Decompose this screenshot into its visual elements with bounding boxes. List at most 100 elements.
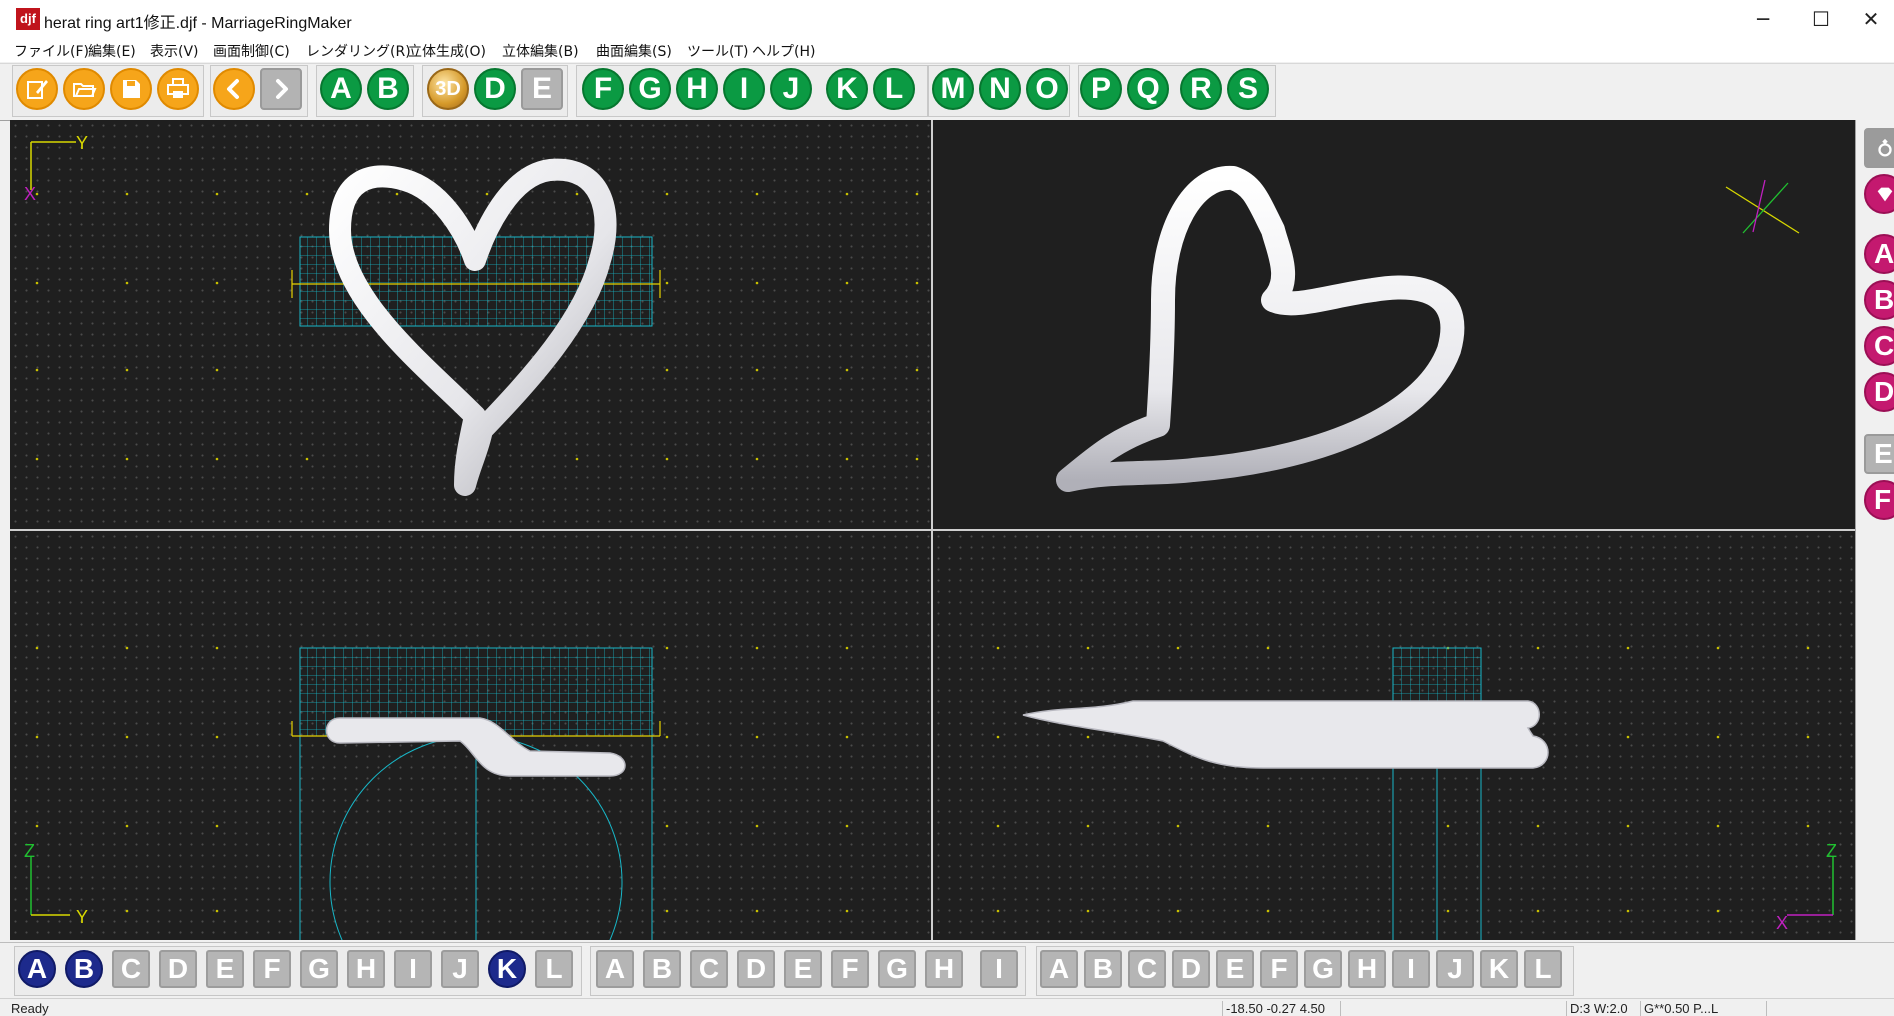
tool-n-button[interactable]: N	[979, 68, 1021, 110]
status-coords: -18.50 -0.27 4.50	[1222, 1001, 1338, 1016]
bottom3-k-button[interactable]: K	[1480, 950, 1518, 988]
tool-o-button[interactable]: O	[1026, 68, 1068, 110]
bottom1-g-button[interactable]: G	[300, 950, 338, 988]
axis-x-label: X	[1776, 913, 1788, 933]
forward-icon[interactable]	[260, 68, 302, 110]
tool-3d-button[interactable]: 3D	[427, 68, 469, 110]
menu-tools[interactable]: ツール(T)	[687, 41, 748, 61]
close-button[interactable]: ✕	[1848, 0, 1894, 38]
bottom3-f-button[interactable]: F	[1260, 950, 1298, 988]
bottom1-l-button[interactable]: L	[535, 950, 573, 988]
tool-j-button[interactable]: J	[770, 68, 812, 110]
open-folder-icon[interactable]	[63, 68, 105, 110]
bottom1-b-button[interactable]: B	[65, 950, 103, 988]
menu-solid-edit[interactable]: 立体編集(B)	[502, 41, 579, 61]
right-c-button[interactable]: C	[1864, 326, 1894, 366]
back-icon[interactable]	[213, 68, 255, 110]
save-icon[interactable]	[110, 68, 152, 110]
ring-side-model[interactable]	[1022, 700, 1549, 769]
maximize-button[interactable]: ☐	[1798, 0, 1844, 38]
bottom1-f-button[interactable]: F	[253, 950, 291, 988]
right-e-button[interactable]: E	[1864, 434, 1894, 474]
bottom3-i-button[interactable]: I	[1392, 950, 1430, 988]
status-extra-pane	[1766, 1001, 1890, 1016]
right-b-button[interactable]: B	[1864, 280, 1894, 320]
bottom3-j-button[interactable]: J	[1436, 950, 1474, 988]
tool-r-button[interactable]: R	[1180, 68, 1222, 110]
tool-q-button[interactable]: Q	[1127, 68, 1169, 110]
ring-icon[interactable]	[1864, 128, 1894, 168]
bottom3-l-button[interactable]: L	[1524, 950, 1562, 988]
minimize-button[interactable]: ─	[1740, 0, 1786, 38]
axis-y-label: Y	[76, 133, 88, 153]
bottom2-h-button[interactable]: H	[925, 950, 963, 988]
axis-z-label: Z	[1826, 841, 1837, 861]
axis-indicator: Y X	[24, 133, 88, 204]
axis-indicator: Z X	[1776, 841, 1837, 933]
bottom1-a-button[interactable]: A	[18, 950, 56, 988]
menu-rendering[interactable]: レンダリング(R)	[306, 41, 411, 61]
bottom2-g-button[interactable]: G	[878, 950, 916, 988]
tool-e-button[interactable]: E	[521, 68, 563, 110]
side-view-viewport[interactable]: Z X	[933, 531, 1855, 940]
top-view-viewport[interactable]: Y X	[10, 120, 931, 529]
tool-h-button[interactable]: H	[676, 68, 718, 110]
menu-surface-edit[interactable]: 曲面編集(S)	[596, 41, 672, 61]
right-f-button[interactable]: F	[1864, 480, 1894, 520]
menu-view[interactable]: 表示(V)	[150, 41, 199, 61]
right-d-button[interactable]: D	[1864, 372, 1894, 412]
bottom1-h-button[interactable]: H	[347, 950, 385, 988]
menu-solid-generate[interactable]: 立体生成(O)	[408, 41, 486, 61]
bottom3-a-button[interactable]: A	[1040, 950, 1078, 988]
bottom3-e-button[interactable]: E	[1216, 950, 1254, 988]
tool-s-button[interactable]: S	[1227, 68, 1269, 110]
bottom2-e-button[interactable]: E	[784, 950, 822, 988]
heart-ring-3d-model[interactable]	[1056, 165, 1465, 492]
perspective-viewport[interactable]	[933, 120, 1855, 529]
gem-icon[interactable]	[1864, 174, 1894, 214]
bottom3-d-button[interactable]: D	[1172, 950, 1210, 988]
viewport-divider-horizontal[interactable]	[10, 529, 1855, 531]
bottom1-d-button[interactable]: D	[159, 950, 197, 988]
menu-file[interactable]: ファイル(F)	[14, 41, 89, 61]
print-icon[interactable]	[157, 68, 199, 110]
bottom1-k-button[interactable]: K	[488, 950, 526, 988]
right-a-button[interactable]: A	[1864, 234, 1894, 274]
menu-screen-control[interactable]: 画面制御(C)	[213, 41, 290, 61]
heart-ring-model[interactable]	[329, 158, 617, 496]
status-message: Ready	[11, 1001, 49, 1016]
menu-edit[interactable]: 編集(E)	[88, 41, 136, 61]
status-empty-pane	[1340, 1001, 1564, 1016]
front-view-viewport[interactable]: Z Y	[10, 531, 931, 940]
edit-icon[interactable]	[16, 68, 58, 110]
tool-g-button[interactable]: G	[629, 68, 671, 110]
tool-l-button[interactable]: L	[873, 68, 915, 110]
axis-indicator: Z Y	[24, 841, 88, 927]
bottom1-i-button[interactable]: I	[394, 950, 432, 988]
tool-b-button[interactable]: B	[367, 68, 409, 110]
bottom3-c-button[interactable]: C	[1128, 950, 1166, 988]
status-bar: Ready -18.50 -0.27 4.50 D:3 W:2.0 G**0.5…	[0, 998, 1894, 1016]
bottom1-c-button[interactable]: C	[112, 950, 150, 988]
tool-p-button[interactable]: P	[1080, 68, 1122, 110]
bottom2-f-button[interactable]: F	[831, 950, 869, 988]
bottom1-e-button[interactable]: E	[206, 950, 244, 988]
bottom2-b-button[interactable]: B	[643, 950, 681, 988]
tool-f-button[interactable]: F	[582, 68, 624, 110]
tool-m-button[interactable]: M	[932, 68, 974, 110]
bottom2-a-button[interactable]: A	[596, 950, 634, 988]
menu-help[interactable]: ヘルプ(H)	[752, 41, 815, 61]
bottom3-h-button[interactable]: H	[1348, 950, 1386, 988]
tool-d-button[interactable]: D	[474, 68, 516, 110]
bottom1-j-button[interactable]: J	[441, 950, 479, 988]
axis-y-label: Y	[76, 907, 88, 927]
bottom2-c-button[interactable]: C	[690, 950, 728, 988]
bottom2-d-button[interactable]: D	[737, 950, 775, 988]
bottom3-b-button[interactable]: B	[1084, 950, 1122, 988]
tool-k-button[interactable]: K	[826, 68, 868, 110]
tool-i-button[interactable]: I	[723, 68, 765, 110]
tool-a-button[interactable]: A	[320, 68, 362, 110]
axis-x-label: X	[24, 184, 36, 204]
bottom2-i-button[interactable]: I	[980, 950, 1018, 988]
bottom3-g-button[interactable]: G	[1304, 950, 1342, 988]
